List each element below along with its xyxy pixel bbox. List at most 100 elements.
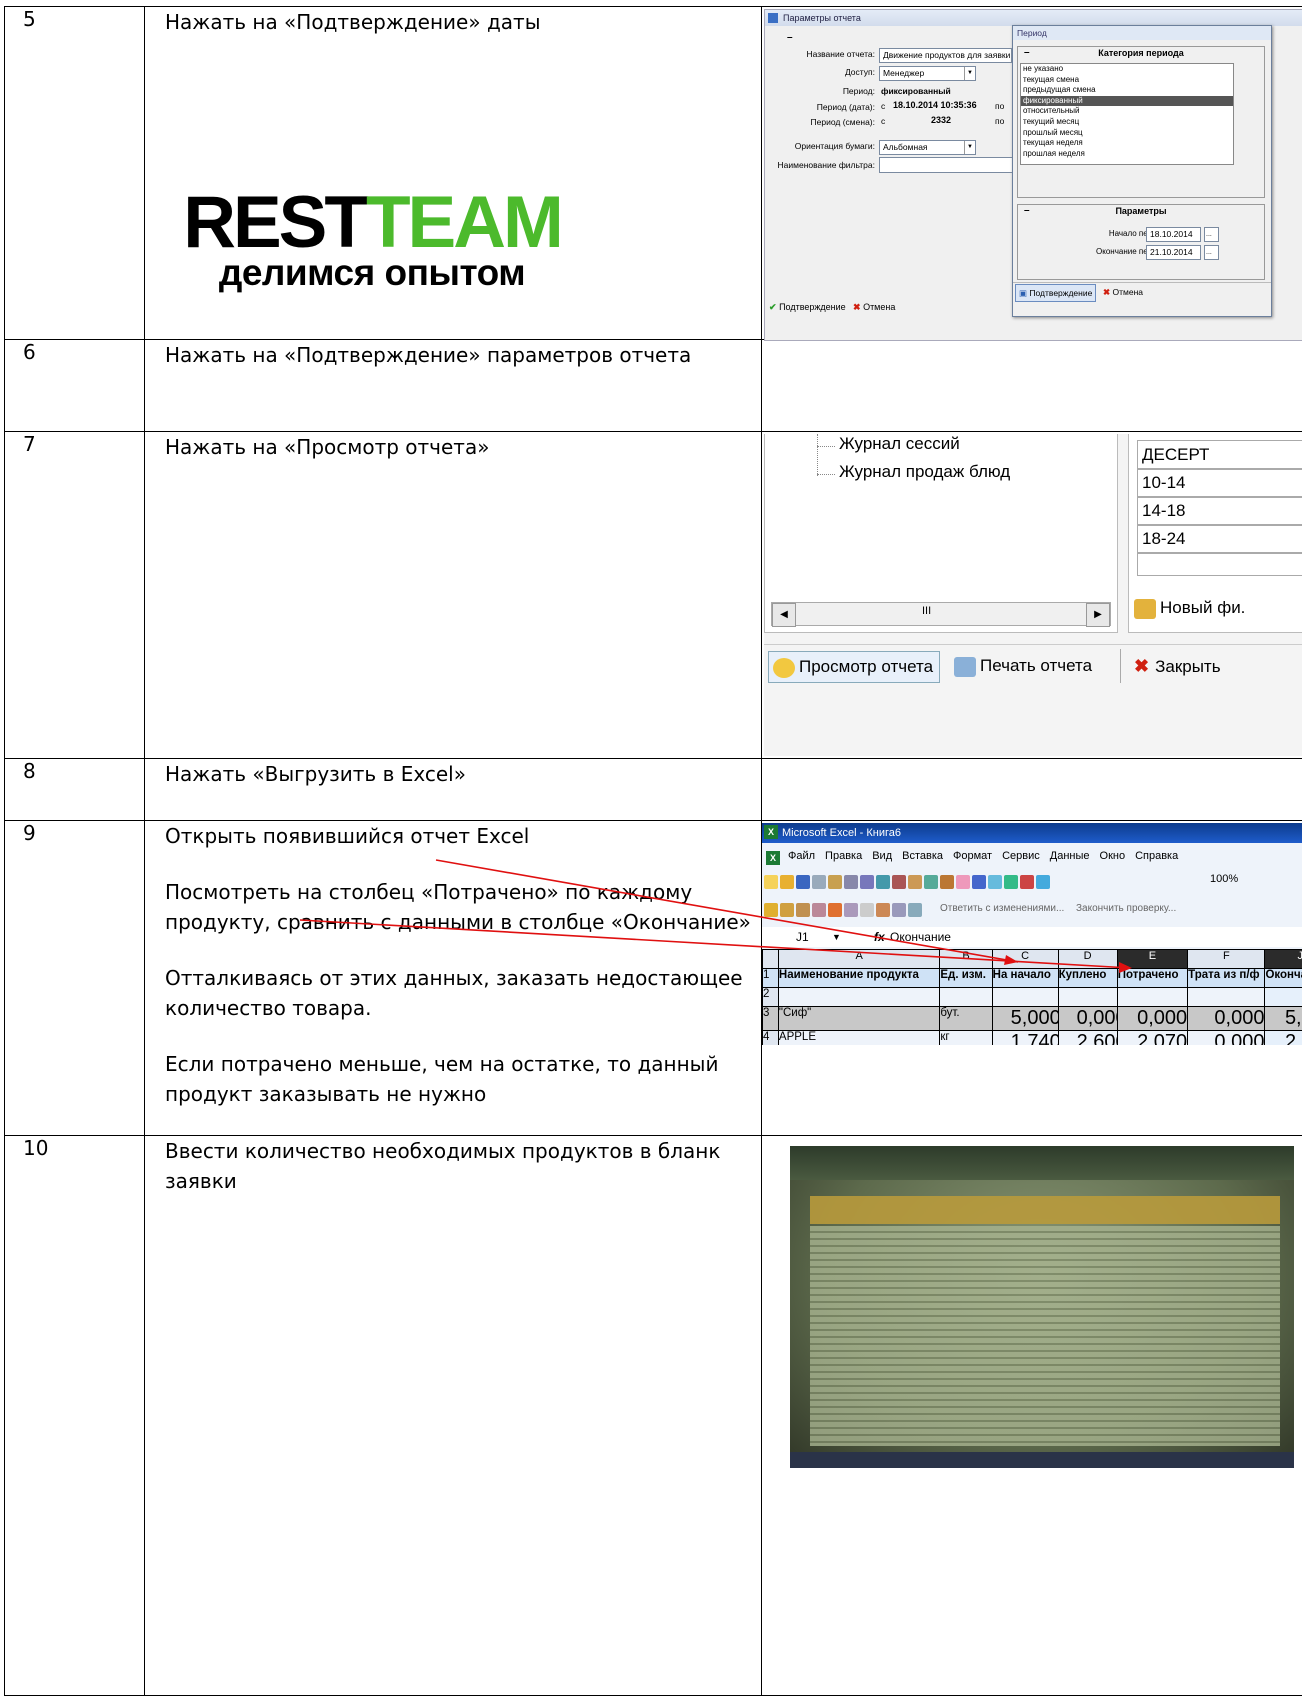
menu-item[interactable]: Файл — [788, 850, 815, 862]
grid-cell[interactable] — [1264, 987, 1302, 1007]
grid-cell[interactable]: 5,000 — [1264, 1006, 1302, 1031]
category-item[interactable]: не указано — [1021, 64, 1233, 75]
chevron-left-icon[interactable]: ◀ — [772, 603, 796, 627]
grid-cell[interactable]: кг — [939, 1030, 993, 1045]
menu-item[interactable]: Сервис — [1002, 850, 1040, 862]
end-date-field[interactable]: 21.10.2014 — [1146, 245, 1201, 260]
reply-with-changes-button[interactable]: Ответить с изменениями... — [940, 903, 1064, 914]
collapse-icon[interactable]: – — [787, 32, 793, 43]
grid-cell[interactable]: 1,740 — [991, 1030, 1059, 1045]
start-date-field[interactable]: 18.10.2014 — [1146, 227, 1201, 242]
grid-cell[interactable]: Трата из п/ф — [1187, 968, 1266, 988]
grid-cell[interactable]: "Сиф" — [777, 1006, 941, 1031]
formula-input[interactable]: Окончание — [890, 927, 951, 947]
chevron-right-icon[interactable]: ▶ — [1086, 603, 1110, 627]
collapse-icon[interactable]: – — [1024, 47, 1030, 58]
grid-cell[interactable] — [1187, 987, 1266, 1007]
collapse-icon[interactable]: – — [1024, 205, 1030, 216]
chevron-down-icon[interactable]: ▼ — [964, 141, 975, 154]
menu-item[interactable]: Справка — [1135, 850, 1178, 862]
category-list[interactable]: не указано текущая смена предыдущая смена ф… — [1020, 63, 1234, 165]
cancel-button[interactable]: ✖ Отмена — [1103, 283, 1143, 301]
grid-cell[interactable]: Потрачено — [1116, 968, 1189, 988]
end-date-picker-button[interactable]: ... — [1204, 245, 1219, 260]
step-number: 8 — [4, 758, 145, 821]
grid-cell[interactable] — [1116, 987, 1189, 1007]
excel-menubar: X Файл Правка Вид Вставка Формат Сервис Данные О… — [762, 847, 1188, 865]
orientation-select[interactable]: Альбомная ▼ — [879, 140, 976, 155]
grid-cell[interactable] — [777, 987, 941, 1007]
category-item[interactable]: предыдущая смена — [1021, 85, 1233, 96]
chevron-down-icon[interactable]: ▼ — [964, 67, 975, 80]
filter-item[interactable]: 14-18 — [1137, 496, 1302, 526]
horizontal-scrollbar[interactable]: ◀ III ▶ — [771, 602, 1111, 627]
category-item[interactable]: прошлый месяц — [1021, 128, 1233, 139]
grid-cell[interactable]: На начало — [991, 968, 1059, 988]
grid-cell[interactable] — [939, 987, 993, 1007]
grid-cell[interactable]: 0,000 — [1187, 1006, 1266, 1031]
column-header[interactable]: B — [939, 949, 993, 969]
filter-item[interactable]: 10-14 — [1137, 468, 1302, 498]
new-filter-button[interactable]: Новый фи. — [1134, 598, 1245, 619]
end-review-button[interactable]: Закончить проверку... — [1076, 903, 1176, 914]
grid-cell[interactable]: 2,600 — [1057, 1030, 1118, 1045]
menu-item[interactable]: Вставка — [902, 850, 943, 862]
row-header[interactable]: 2 — [762, 987, 779, 1007]
menu-item[interactable]: Данные — [1050, 850, 1090, 862]
column-header[interactable]: J — [1264, 949, 1302, 969]
grid-cell[interactable]: 5,000 — [991, 1006, 1059, 1031]
view-report-button[interactable]: Просмотр отчета — [768, 651, 941, 683]
grid-cell[interactable]: бут. — [939, 1006, 993, 1031]
column-header[interactable]: D — [1057, 949, 1118, 969]
grid-cell[interactable]: 2,070 — [1116, 1030, 1189, 1045]
filter-name-field[interactable] — [879, 157, 1016, 173]
scroll-thumb[interactable]: III — [922, 605, 931, 617]
tree-item-sessions[interactable]: Журнал сессий — [839, 434, 960, 454]
grid-cell[interactable] — [1057, 987, 1118, 1007]
grid-cell[interactable]: Куплено — [1057, 968, 1118, 988]
grid-cell[interactable]: 0,000 — [1116, 1006, 1189, 1031]
tree-item-sales[interactable]: Журнал продаж блюд — [839, 462, 1010, 482]
menu-item[interactable]: Формат — [953, 850, 992, 862]
menu-item[interactable]: Правка — [825, 850, 862, 862]
period-shift-label: Период (смена): — [810, 117, 875, 127]
column-header[interactable]: F — [1187, 949, 1266, 969]
category-item[interactable]: текущий месяц — [1021, 117, 1233, 128]
zoom-select[interactable]: 100% — [1210, 873, 1238, 885]
menu-item[interactable]: Окно — [1100, 850, 1126, 862]
menu-item[interactable]: Вид — [872, 850, 892, 862]
confirm-button[interactable]: ▣ Подтверждение — [1015, 284, 1097, 302]
filter-item[interactable]: 18-24 — [1137, 524, 1302, 554]
grid-cell[interactable]: 0,000 — [1057, 1006, 1118, 1031]
formula-bar: J1 ▼ fx Окончание — [762, 927, 1302, 947]
category-item[interactable]: текущая неделя — [1021, 138, 1233, 149]
filter-item[interactable]: ДЕСЕРТ — [1137, 440, 1302, 470]
row-header[interactable]: 4 — [762, 1030, 779, 1045]
name-box[interactable]: J1 — [796, 927, 809, 947]
grid-cell[interactable] — [991, 987, 1059, 1007]
print-report-button[interactable]: Печать отчета — [954, 651, 1092, 681]
column-header[interactable]: C — [991, 949, 1059, 969]
grid-cell[interactable]: 0,000 — [1187, 1030, 1266, 1045]
row-header[interactable]: 3 — [762, 1006, 779, 1031]
category-item[interactable]: фиксированный — [1021, 95, 1233, 107]
category-item[interactable]: текущая смена — [1021, 75, 1233, 86]
grid-cell[interactable]: Окончание — [1264, 968, 1302, 988]
category-item[interactable]: прошлая неделя — [1021, 149, 1233, 160]
grid-cell[interactable]: Наименование продукта — [777, 968, 941, 988]
access-select[interactable]: Менеджер ▼ — [879, 66, 976, 81]
table-row: 6 Нажать на «Подтверждение» параметров о… — [4, 339, 1302, 432]
report-name-field[interactable]: Движение продуктов для заявки — [879, 48, 1012, 63]
grid-cell[interactable]: APPLE — [777, 1030, 941, 1045]
start-date-picker-button[interactable]: ... — [1204, 227, 1219, 242]
cancel-button[interactable]: ✖ Отмена — [853, 302, 895, 313]
category-item[interactable]: относительный — [1021, 106, 1233, 117]
column-header[interactable]: E — [1116, 949, 1189, 969]
chevron-down-icon[interactable]: ▼ — [832, 927, 841, 947]
close-report-button[interactable]: ✖ Закрыть — [1134, 651, 1221, 681]
grid-cell[interactable]: Ед. изм. — [939, 968, 993, 988]
column-header[interactable]: A — [777, 949, 941, 969]
confirm-button[interactable]: ✔ Подтверждение — [769, 302, 846, 313]
params-group: – Параметры Начало периода 18.10.2014 ..… — [1017, 204, 1265, 280]
grid-cell[interactable]: 2,750 — [1264, 1030, 1302, 1045]
